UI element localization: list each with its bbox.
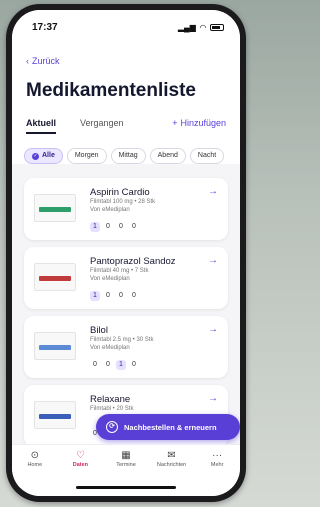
tab-vergangen[interactable]: Vergangen [80,118,124,132]
filter-chip-abend[interactable]: Abend [149,148,186,164]
medication-name: Bilol [90,325,108,336]
screen: 17:37 ▂▄▆ ◠ ‹ Zurück Medikamentenliste A… [12,10,240,496]
filter-chip-alle[interactable]: ✓ Alle [24,148,63,164]
mail-icon: ✉ [167,450,176,461]
medication-name: Pantoprazol Sandoz [90,256,176,267]
filter-chip-mittag[interactable]: Mittag [110,148,146,164]
dosage-schedule: 0010 [93,360,136,370]
status-icons: ▂▄▆ ◠ [178,23,224,32]
arrow-right-icon[interactable]: → [208,255,218,266]
dosage-schedule: 1000 [90,291,139,301]
medication-pack-image [34,401,76,429]
medication-details: Filmtabl • 20 Stk [90,406,134,412]
medication-pack-image [34,194,76,222]
medication-card[interactable]: Pantoprazol Sandoz Filmtabl 40 mg • 7 St… [24,247,228,309]
filter-chip-morgen[interactable]: Morgen [66,148,107,164]
more-icon: ··· [212,450,223,461]
medication-card[interactable]: Bilol Filmtabl 2.5 mg • 30 Stk Von eMedip… [24,316,228,378]
chevron-left-icon: ‹ [26,56,29,66]
signal-icon: ▂▄▆ [177,22,196,32]
medication-name: Aspirin Cardio [90,187,150,198]
heart-icon: ♡ [75,450,85,461]
phone-frame: 17:37 ▂▄▆ ◠ ‹ Zurück Medikamentenliste A… [6,4,246,502]
back-label: Zurück [32,56,60,66]
medication-details: Filmtabl 2.5 mg • 30 Stk Von eMediplan [90,337,154,351]
refresh-icon: ⟳ [106,421,118,433]
add-button[interactable]: + Hinzufügen [172,118,226,128]
calendar-icon: ▦ [121,450,131,461]
arrow-right-icon[interactable]: → [208,186,218,197]
plus-icon: + [172,118,178,128]
home-indicator [76,486,176,489]
medication-pack-image [34,332,76,360]
status-bar: 17:37 ▂▄▆ ◠ [12,10,240,44]
arrow-right-icon[interactable]: → [208,393,218,404]
filter-chip-nacht[interactable]: Nacht [189,148,225,164]
reorder-button[interactable]: ⟳ Nachbestellen & erneuern [96,414,240,440]
header: ‹ Zurück Medikamentenliste Aktuell Verga… [12,44,240,164]
medication-details: Filmtabl 40 mg • 7 Stk Von eMediplan [90,268,149,282]
filter-chips: ✓ Alle Morgen Mittag Abend Nacht [12,148,240,164]
back-button[interactable]: ‹ Zurück [26,56,60,66]
status-time: 17:37 [32,21,58,33]
medication-card[interactable]: Aspirin Cardio Filmtabl 100 mg • 28 Stk V… [24,178,228,240]
page-title: Medikamentenliste [26,80,196,101]
add-label: Hinzufügen [180,118,226,128]
nav-item-home[interactable]: ⊙ Home [12,445,58,496]
medication-pack-image [34,263,76,291]
tab-bar: Aktuell Vergangen + Hinzufügen [26,118,226,138]
wifi-icon: ◠ [199,22,206,32]
tab-aktuell[interactable]: Aktuell [26,118,57,134]
check-icon: ✓ [32,152,39,160]
medication-name: Relaxane [90,394,131,405]
nav-item-mehr[interactable]: ··· Mehr [194,445,240,496]
medication-details: Filmtabl 100 mg • 28 Stk Von eMediplan [90,199,156,213]
dosage-schedule: 1000 [90,222,139,232]
reorder-label: Nachbestellen & erneuern [124,422,217,432]
compass-icon: ⊙ [30,450,39,461]
arrow-right-icon[interactable]: → [208,324,218,335]
battery-icon [210,23,224,31]
